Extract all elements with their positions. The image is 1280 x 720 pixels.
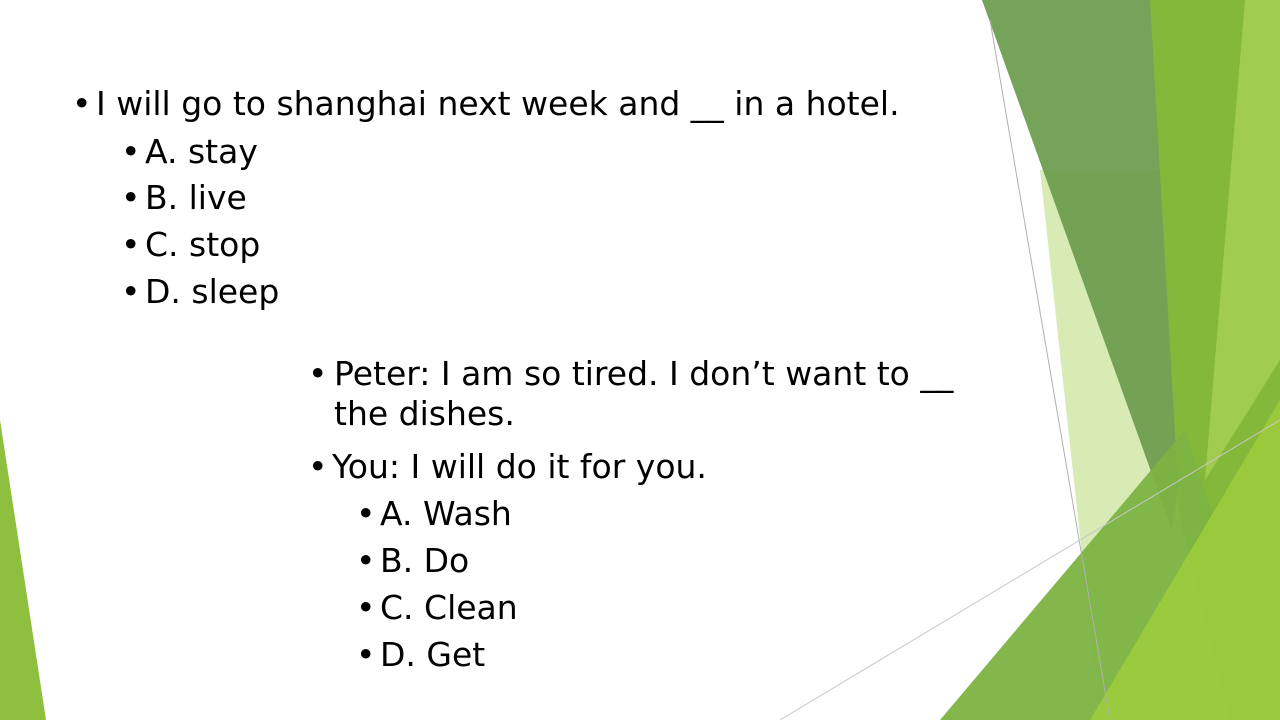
question2-dialogue-you: • You: I will do it for you. — [308, 447, 707, 487]
question2-option-a: • A. Wash — [356, 494, 512, 533]
question1-option-c: • C. stop — [121, 225, 260, 264]
bullet-icon: • — [308, 354, 328, 393]
option-label: D. sleep — [145, 272, 280, 311]
question2-option-d: • D. Get — [356, 635, 485, 674]
question1-option-a: • A. stay — [121, 132, 258, 171]
bullet-icon: • — [121, 178, 141, 217]
question2-dialogue-peter: • Peter: I am so tired. I don’t want to … — [308, 354, 998, 434]
bullet-icon: • — [356, 494, 376, 533]
question1-prompt-item: • I will go to shanghai next week and __ … — [72, 84, 900, 123]
option-label: B. Do — [380, 541, 470, 580]
dialogue-text: You: I will do it for you. — [332, 447, 707, 486]
option-label: B. live — [145, 178, 247, 217]
question1-option-d: • D. sleep — [121, 272, 279, 311]
bullet-icon: • — [356, 541, 376, 580]
left-green-sliver — [0, 420, 46, 720]
question1-prompt: I will go to shanghai next week and __ i… — [96, 84, 900, 123]
option-label: C. Clean — [380, 588, 518, 627]
question2-option-b: • B. Do — [356, 541, 469, 580]
bullet-icon: • — [356, 635, 376, 674]
question1-option-b: • B. live — [121, 178, 247, 217]
bullet-icon: • — [356, 588, 376, 627]
bullet-icon: • — [121, 272, 141, 311]
option-label: D. Get — [380, 635, 486, 674]
bullet-icon: • — [121, 132, 141, 171]
dialogue-text: Peter: I am so tired. I don’t want to __… — [334, 354, 954, 433]
option-label: A. stay — [145, 132, 258, 171]
option-label: C. stop — [145, 225, 261, 264]
bullet-icon: • — [121, 225, 141, 264]
option-label: A. Wash — [380, 494, 512, 533]
bullet-icon: • — [308, 447, 328, 486]
bullet-icon: • — [72, 84, 92, 123]
question2-option-c: • C. Clean — [356, 588, 518, 627]
